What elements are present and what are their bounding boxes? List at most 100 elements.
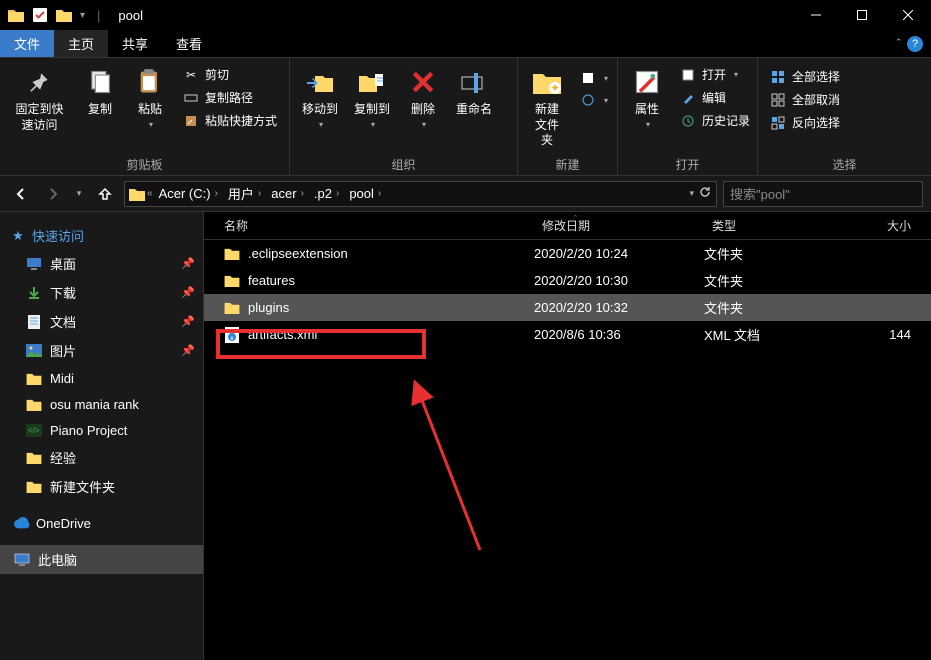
select-none-icon [770,92,786,108]
download-icon [26,285,42,301]
paste-button[interactable]: 粘贴 ▾ [127,62,173,133]
sidebar-item[interactable]: </>Piano Project [0,417,203,443]
column-headers: 名称 修改日期 类型 大小 [204,212,931,240]
sidebar-item[interactable]: 桌面📌 [0,249,203,278]
sidebar-item-label: 经验 [50,448,76,467]
breadcrumb[interactable]: acer› [267,186,308,201]
breadcrumb[interactable]: 用户› [224,184,265,203]
move-to-button[interactable]: 移动到▾ [296,62,344,133]
address-bar[interactable]: « Acer (C:)› 用户› acer› .p2› pool› ▾ [124,181,717,207]
column-header-type[interactable]: 类型 [704,217,834,234]
breadcrumb[interactable]: Acer (C:)› [155,186,222,201]
invert-selection-button[interactable]: 反向选择 [766,112,844,133]
select-none-button[interactable]: 全部取消 [766,89,844,110]
sidebar-thispc[interactable]: 此电脑 [0,545,203,574]
chevron-left-icon[interactable]: « [147,188,153,199]
rename-icon [458,66,490,98]
edit-button[interactable]: 编辑 [676,87,754,108]
pin-to-quickaccess-button[interactable]: 固定到快速访问 [6,62,73,137]
file-row[interactable]: eartifacts.xml2020/8/6 10:36XML 文档144 [204,321,931,348]
ribbon-group-organize: 移动到▾ 复制到▾ 删除▾ 重命名 组织 [290,58,518,175]
file-type: XML 文档 [704,325,834,344]
forward-button[interactable] [40,181,66,207]
sidebar-item[interactable]: 新建文件夹 [0,472,203,501]
ribbon-group-open: 属性▾ 打开▾ 编辑 历史记录 打开 [618,58,758,175]
path-icon [183,90,199,106]
chevron-down-icon[interactable]: ▾ [689,188,694,199]
paste-icon [134,66,166,98]
svg-text:✦: ✦ [550,81,560,95]
help-icon[interactable]: ? [907,36,923,52]
ribbon-group-label: 选择 [764,154,925,173]
file-size: 144 [834,327,931,342]
rename-button[interactable]: 重命名 [450,62,498,120]
sidebar-item[interactable]: osu mania rank [0,391,203,417]
tab-home[interactable]: 主页 [54,30,108,57]
ribbon-group-label: 新建 [524,154,611,173]
column-header-name[interactable]: 名称 [204,217,534,234]
ribbon: 固定到快速访问 复制 粘贴 ▾ ✂剪切 复制路径 粘贴快捷方式 剪贴板 移 [0,58,931,176]
easy-access-button[interactable]: ▾ [576,90,612,110]
folder-icon [26,396,42,412]
open-button[interactable]: 打开▾ [676,64,754,85]
file-name: plugins [248,300,289,315]
file-date: 2020/2/20 10:24 [534,246,704,261]
shortcut-icon [183,113,199,129]
breadcrumb[interactable]: .p2› [310,186,343,201]
properties-button[interactable]: 属性▾ [624,62,670,133]
copy-path-button[interactable]: 复制路径 [179,87,281,108]
tab-file[interactable]: 文件 [0,30,54,57]
sidebar-quickaccess[interactable]: ★ 快速访问 [0,222,203,249]
folder-icon [26,370,42,386]
file-name: features [248,273,295,288]
chevron-down-icon: ▾ [149,120,153,129]
copy-to-button[interactable]: 复制到▾ [348,62,396,133]
paste-shortcut-button[interactable]: 粘贴快捷方式 [179,110,281,131]
new-item-button[interactable]: ▾ [576,68,612,88]
pc-icon [14,552,30,568]
minimize-button[interactable] [793,0,839,30]
code-icon: </> [26,422,42,438]
column-header-date[interactable]: 修改日期 [534,217,704,234]
qat-folder-icon[interactable] [56,7,72,23]
tab-view[interactable]: 查看 [162,30,216,57]
folder-icon [224,273,240,289]
maximize-button[interactable] [839,0,885,30]
file-row[interactable]: .eclipseextension2020/2/20 10:24文件夹 [204,240,931,267]
new-item-icon [580,70,596,86]
file-date: 2020/2/20 10:30 [534,273,704,288]
cut-button[interactable]: ✂剪切 [179,64,281,85]
column-header-size[interactable]: 大小 [834,217,931,234]
qat-check-icon[interactable] [32,7,48,23]
sidebar: ★ 快速访问 桌面📌下载📌文档📌图片📌Midiosu mania rank</>… [0,212,204,660]
delete-button[interactable]: 删除▾ [400,62,446,133]
sidebar-item[interactable]: 图片📌 [0,336,203,365]
new-folder-icon: ✦ [531,66,563,98]
sidebar-item[interactable]: 文档📌 [0,307,203,336]
search-input[interactable]: 搜索"pool" [723,181,923,207]
refresh-button[interactable] [698,185,712,202]
new-folder-button[interactable]: ✦ 新建文件夹 [524,62,570,153]
copy-button[interactable]: 复制 [77,62,123,120]
close-button[interactable] [885,0,931,30]
file-row[interactable]: plugins2020/2/20 10:32文件夹 [204,294,931,321]
up-button[interactable] [92,181,118,207]
sidebar-item[interactable]: Midi [0,365,203,391]
back-button[interactable] [8,181,34,207]
folder-icon [224,246,240,262]
move-icon [304,66,336,98]
recent-dropdown-button[interactable]: ▾ [72,181,86,207]
breadcrumb[interactable]: pool› [345,186,385,201]
main-area: ★ 快速访问 桌面📌下载📌文档📌图片📌Midiosu mania rank</>… [0,212,931,660]
sidebar-item[interactable]: 经验 [0,443,203,472]
qat-dropdown-icon[interactable]: ▾ [80,10,85,21]
file-row[interactable]: features2020/2/20 10:30文件夹 [204,267,931,294]
history-button[interactable]: 历史记录 [676,110,754,131]
select-all-button[interactable]: 全部选择 [766,66,844,87]
cloud-icon [14,515,30,531]
sidebar-item[interactable]: 下载📌 [0,278,203,307]
picture-icon [26,343,42,359]
collapse-ribbon-button[interactable]: ˆ [897,36,901,51]
tab-share[interactable]: 共享 [108,30,162,57]
sidebar-onedrive[interactable]: OneDrive [0,511,203,535]
